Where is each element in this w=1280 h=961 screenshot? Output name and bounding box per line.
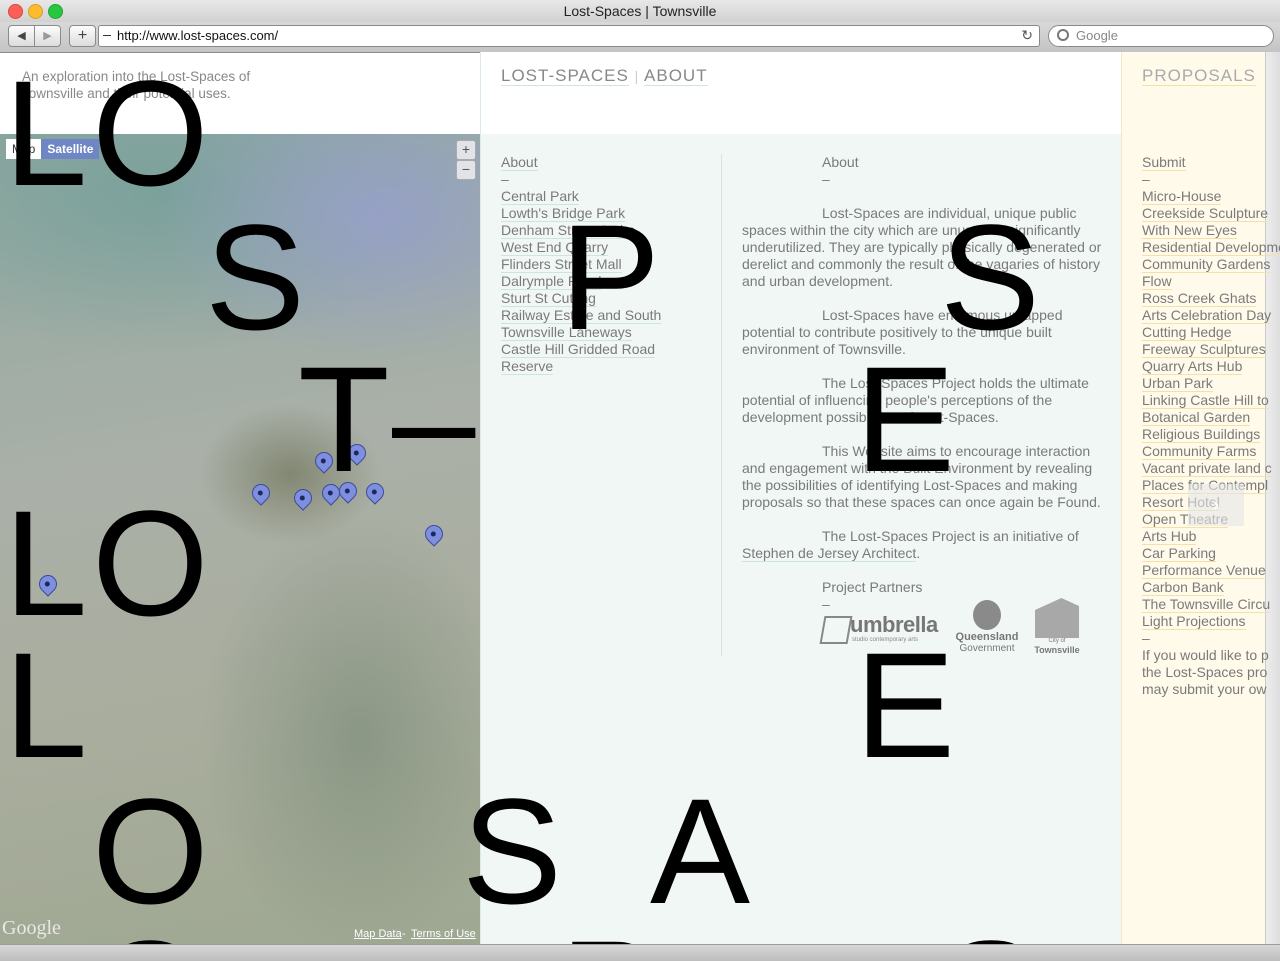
proposal-link[interactable]: Micro-House	[1142, 188, 1222, 205]
overlay-letter: –	[392, 335, 476, 503]
city-of-label: City of	[1048, 638, 1066, 644]
main-nav: LOST-SPACES | ABOUT	[501, 66, 708, 86]
overlay-letter: P	[560, 918, 660, 944]
credit-period: .	[916, 545, 921, 561]
search-placeholder[interactable]: Google	[1076, 28, 1118, 43]
overlay-letter: P	[560, 193, 661, 361]
overlay-letter: A	[650, 767, 751, 935]
map-footer-separator: -	[402, 928, 406, 940]
overlay-letter: T	[298, 335, 390, 503]
about-heading: About	[822, 154, 859, 170]
architect-link[interactable]: Stephen de Jersey Architect	[742, 545, 917, 562]
queensland-crest-icon	[973, 600, 1001, 630]
proposal-link[interactable]: Arts Celebration Day	[1142, 307, 1272, 324]
overlay-letter: S	[462, 767, 563, 935]
proposal-link[interactable]: Vacant private land c	[1142, 460, 1272, 477]
browser-statusbar	[0, 944, 1280, 961]
submit-link[interactable]: Submit	[1142, 154, 1186, 171]
about-paragraph: Lost-Spaces are individual, unique publi…	[742, 205, 1102, 289]
search-field[interactable]: Google	[1048, 25, 1274, 47]
zoom-in-button[interactable]: +	[456, 140, 476, 160]
submit-info-text: may submit your ow	[1142, 681, 1267, 697]
column-divider	[721, 154, 722, 656]
address-url[interactable]: http://www.lost-spaces.com/	[117, 28, 278, 43]
overlay-letter: O	[92, 479, 209, 647]
about-dash: –	[822, 171, 830, 187]
forward-button[interactable]: ▶	[34, 25, 61, 47]
overlay-letter: S	[940, 193, 1041, 361]
proposal-link[interactable]: Religious Buildings	[1142, 426, 1261, 443]
proposal-link[interactable]: Residential Development	[1142, 239, 1280, 256]
next-arrow-button[interactable]: ›	[1188, 484, 1244, 526]
overlay-letter: O	[92, 767, 209, 935]
proposal-link[interactable]: Quarry Arts Hub	[1142, 358, 1243, 375]
place-link[interactable]: Reserve	[501, 358, 554, 375]
proposal-link[interactable]: With New Eyes	[1142, 222, 1237, 239]
nav-about[interactable]: ABOUT	[644, 66, 708, 86]
overlay-letter: L	[4, 49, 88, 217]
overlay-letter: O	[92, 49, 209, 217]
map-marker[interactable]	[421, 521, 447, 547]
proposal-link[interactable]: Ross Creek Ghats	[1142, 290, 1257, 307]
queensland-government-logo[interactable]: Queensland Government	[954, 598, 1020, 658]
page-icon	[103, 35, 111, 36]
add-bookmark-button[interactable]: +	[69, 25, 96, 47]
proposal-link[interactable]: Community Gardens	[1142, 256, 1271, 273]
credit-text: The Lost-Spaces Project is an initiative…	[822, 528, 1079, 544]
proposal-link[interactable]: Urban Park	[1142, 375, 1213, 392]
header-middle	[480, 52, 1122, 134]
proposals-nav: PROPOSALS	[1142, 66, 1256, 86]
overlay-letter: L	[4, 621, 88, 789]
list-dash: –	[1142, 171, 1150, 187]
overlay-letter: E	[855, 621, 956, 789]
map-data-link[interactable]: Map Data	[354, 928, 402, 940]
proposal-link[interactable]: Botanical Garden	[1142, 409, 1251, 426]
townsville-mark-icon	[1035, 598, 1079, 638]
proposal-link[interactable]: Arts Hub	[1142, 528, 1197, 545]
address-bar[interactable]: http://www.lost-spaces.com/ ↻	[98, 25, 1040, 47]
proposal-link[interactable]: Car Parking	[1142, 545, 1216, 562]
overlay-letter: O	[92, 918, 209, 944]
proposal-link[interactable]: Creekside Sculpture	[1142, 205, 1269, 222]
proposal-link[interactable]: Cutting Hedge	[1142, 324, 1232, 341]
map-marker[interactable]	[248, 480, 274, 506]
proposal-link[interactable]: The Townsville Circu	[1142, 596, 1271, 613]
places-about-link[interactable]: About	[501, 154, 538, 171]
proposals-list: Submit – Micro-House Creekside Sculpture…	[1142, 154, 1280, 698]
nav-proposals[interactable]: PROPOSALS	[1142, 66, 1256, 86]
back-button[interactable]: ◀	[8, 25, 35, 47]
search-icon	[1057, 29, 1069, 41]
city-of-townsville-logo[interactable]: City of Townsville	[1032, 598, 1082, 658]
nav-lost-spaces[interactable]: LOST-SPACES	[501, 66, 629, 86]
umbrella-mark-icon	[819, 616, 853, 644]
proposal-link[interactable]: Light Projections	[1142, 613, 1246, 630]
window-title: Lost-Spaces | Townsville	[563, 3, 717, 19]
proposal-link[interactable]: Community Farms	[1142, 443, 1257, 460]
proposal-link[interactable]: Freeway Sculptures	[1142, 341, 1266, 358]
overlay-letter: S	[205, 193, 306, 361]
queensland-label: Queensland	[955, 631, 1019, 643]
reload-icon[interactable]: ↻	[1021, 27, 1033, 44]
list-dash: –	[501, 171, 509, 187]
proposal-link[interactable]: Linking Castle Hill to	[1142, 392, 1269, 409]
window-titlebar: Lost-Spaces | Townsville	[0, 0, 1280, 23]
zoom-out-button[interactable]: −	[456, 160, 476, 180]
submit-info-text: If you would like to p	[1142, 647, 1269, 663]
about-paragraph-credit: The Lost-Spaces Project is an initiative…	[742, 528, 1104, 562]
submit-info-text: the Lost-Spaces pro	[1142, 664, 1268, 680]
google-logo[interactable]: Google	[2, 917, 61, 940]
overlay-letter: S	[940, 918, 1040, 944]
partners-heading: Project Partners	[822, 579, 923, 595]
list-dash: –	[1142, 630, 1150, 646]
government-label: Government	[959, 643, 1015, 654]
townsville-label: Townsville	[1034, 645, 1080, 655]
proposal-link[interactable]: Performance Venue	[1142, 562, 1266, 579]
nav-separator: |	[634, 68, 640, 84]
overlay-letter: L	[4, 479, 88, 647]
proposal-link[interactable]: Flow	[1142, 273, 1172, 290]
overlay-letter: E	[855, 335, 956, 503]
proposal-link[interactable]: Carbon Bank	[1142, 579, 1224, 596]
